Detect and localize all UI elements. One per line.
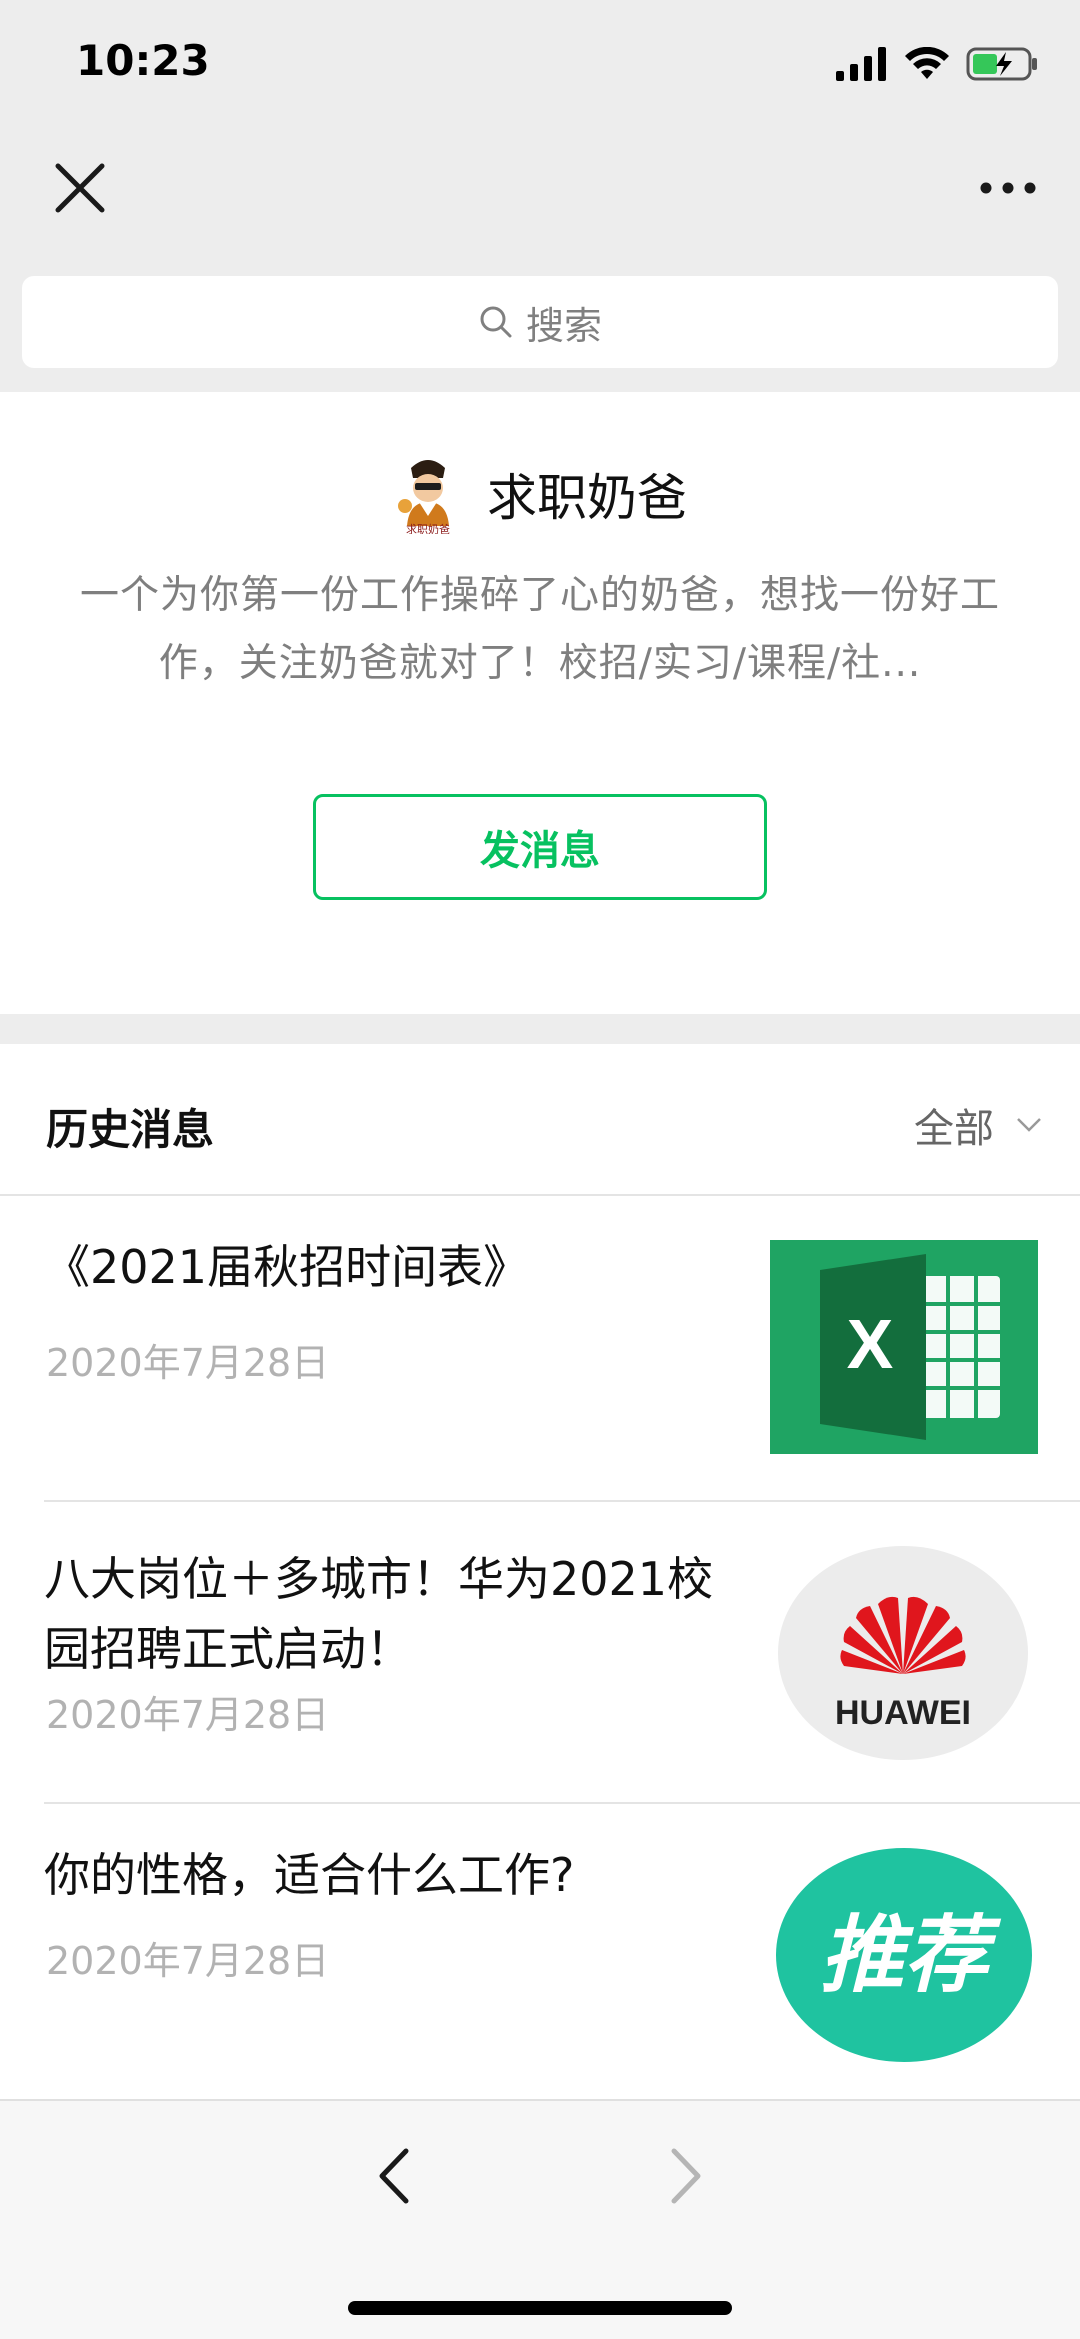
svg-text:HUAWEI: HUAWEI — [835, 1694, 971, 1732]
back-arrow-icon[interactable] — [370, 2145, 420, 2207]
account-name: 求职奶爸 — [487, 469, 687, 527]
signal-icon — [836, 47, 886, 81]
profile-card: 求职奶爸 求职奶爸 一个为你第一份工作操碎了心的奶爸，想找一份好工作，关注奶爸就… — [0, 392, 1080, 1014]
article-title: 八大岗位＋多城市！华为2021校园招聘正式启动！ — [44, 1552, 714, 1676]
send-message-button[interactable]: 发消息 — [313, 794, 767, 900]
svg-text:X: X — [847, 1305, 894, 1383]
svg-text:求职奶爸: 求职奶爸 — [406, 522, 450, 534]
article-date: 2020年7月28日 — [46, 1939, 330, 1983]
recommend-badge: 推荐 — [776, 1848, 1032, 2062]
svg-text:推荐: 推荐 — [820, 1906, 1002, 2004]
history-section: 历史消息 全部 《2021届秋招时间表》 2020年7月28日 X 八大岗位＋多… — [0, 1044, 1080, 2099]
huawei-logo: HUAWEI — [778, 1546, 1028, 1760]
close-icon[interactable] — [52, 160, 108, 216]
more-icon[interactable] — [976, 168, 1040, 208]
article-date: 2020年7月28日 — [46, 1693, 330, 1737]
status-time: 10:23 — [76, 36, 210, 85]
status-icons — [836, 46, 1040, 82]
excel-icon: X — [770, 1240, 1038, 1454]
history-title: 历史消息 — [46, 1105, 215, 1154]
home-indicator — [348, 2301, 732, 2315]
list-item[interactable]: 八大岗位＋多城市！华为2021校园招聘正式启动！ 2020年7月28日 HUAW… — [44, 1502, 1080, 1804]
search-placeholder: 搜索 — [525, 303, 602, 348]
battery-icon — [966, 47, 1037, 81]
article-title: 你的性格，适合什么工作? — [44, 1848, 575, 1902]
article-title: 《2021届秋招时间表》 — [44, 1240, 530, 1294]
list-item[interactable]: 《2021届秋招时间表》 2020年7月28日 X — [44, 1196, 1080, 1502]
avatar: 求职奶爸 — [398, 460, 450, 534]
forward-arrow-icon[interactable] — [660, 2145, 710, 2207]
filter-dropdown[interactable]: 全部 — [914, 1096, 1042, 1154]
profile-header: 求职奶爸 求职奶爸 — [0, 454, 1080, 534]
list-item[interactable]: 你的性格，适合什么工作? 2020年7月28日 推荐 — [44, 1804, 1080, 2099]
article-date: 2020年7月28日 — [46, 1341, 330, 1385]
history-header: 历史消息 全部 — [0, 1044, 1080, 1196]
search-input[interactable]: 搜索 — [22, 276, 1058, 368]
filter-label: 全部 — [914, 1106, 994, 1152]
chevron-down-icon — [1017, 1118, 1041, 1132]
bottom-toolbar — [0, 2099, 1080, 2339]
status-bar: 10:23 — [0, 0, 1080, 130]
account-description: 一个为你第一份工作操碎了心的奶爸，想找一份好工作，关注奶爸就对了！校招/实习/课… — [79, 573, 1000, 686]
wifi-icon — [905, 47, 949, 79]
search-icon — [480, 306, 512, 338]
